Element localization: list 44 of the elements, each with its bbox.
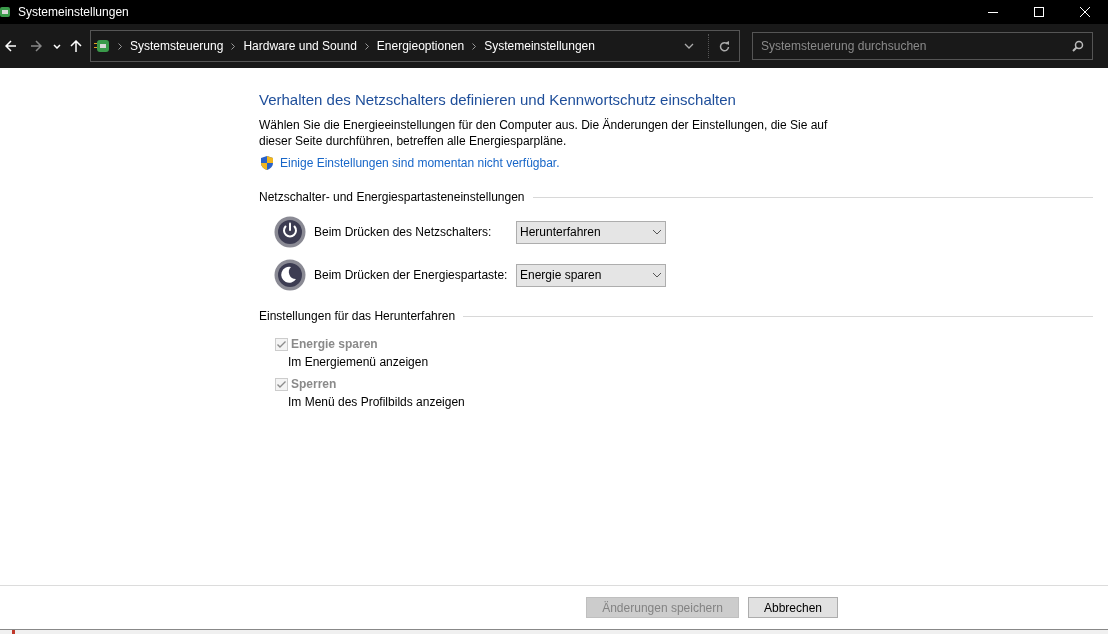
breadcrumb-item[interactable]: Systemeinstellungen [484, 37, 595, 55]
description-text: Wählen Sie die Energieeinstellungen für den Computer aus. Die Änderungen der Einstellungen, die Sie auf dieser Seite durchführen, betreffen alle Energiesparpläne. [259, 117, 829, 149]
dropdown[interactable]: Energie sparen [516, 263, 666, 287]
chevron-right-icon [364, 42, 369, 50]
maximize-icon [1034, 7, 1044, 17]
breadcrumb-item[interactable]: Hardware und Sound [243, 37, 357, 55]
search-field[interactable]: Systemsteuerung durchsuchen [752, 32, 1093, 60]
page-heading: Verhalten des Netzschalters definieren und Kennwortschutz einschalten [259, 90, 737, 110]
power-icon [274, 216, 306, 248]
section-title: Einstellungen für das Herunterfahren [259, 308, 456, 325]
minimize-icon [988, 11, 998, 13]
chevron-right-icon [118, 42, 122, 50]
option-description: Im Energiemenü anzeigen [288, 354, 430, 371]
chevron-down-icon [652, 272, 662, 278]
breadcrumb-item[interactable]: Energieoptionen [376, 37, 465, 55]
moon-icon [274, 259, 306, 291]
search-icon [1072, 40, 1084, 52]
window-title: Systemeinstellungen [18, 4, 129, 21]
arrow-right-icon [30, 40, 42, 52]
refresh-icon [718, 40, 730, 52]
admin-settings-link[interactable]: Einige Einstellungen sind momentan nicht verfügbar. [280, 154, 560, 172]
setting-label: Beim Drücken des Netzschalters: [314, 224, 493, 241]
control-panel-icon [94, 38, 110, 54]
option-label: Energie sparen [291, 336, 378, 353]
chevron-down-icon [684, 43, 694, 49]
cancel-button[interactable]: Abbrechen [747, 597, 838, 618]
close-icon [1080, 7, 1090, 17]
address-bar[interactable]: Systemsteuerung Hardware und Sound Energieoptionen Systemeinstellungen [90, 30, 740, 62]
breadcrumb-item[interactable]: Systemsteuerung [130, 37, 224, 55]
section-title: Netzschalter- und Energiespartasteneinstellungen [259, 189, 525, 206]
setting-label: Beim Drücken der Energiespartaste: [314, 267, 509, 284]
chevron-down-icon [53, 43, 61, 49]
option-description: Im Menü des Profilbilds anzeigen [288, 394, 466, 411]
arrow-up-icon [70, 40, 82, 52]
checkmark-icon [277, 380, 286, 388]
chevron-right-icon [231, 42, 236, 50]
control-panel-icon [0, 5, 12, 19]
option-label: Sperren [291, 376, 337, 393]
chevron-right-icon [472, 42, 477, 50]
arrow-left-icon [5, 40, 17, 52]
shield-icon [259, 155, 275, 171]
checkmark-icon [277, 340, 286, 348]
chevron-down-icon [652, 229, 662, 235]
dropdown[interactable]: Herunterfahren [516, 220, 666, 244]
